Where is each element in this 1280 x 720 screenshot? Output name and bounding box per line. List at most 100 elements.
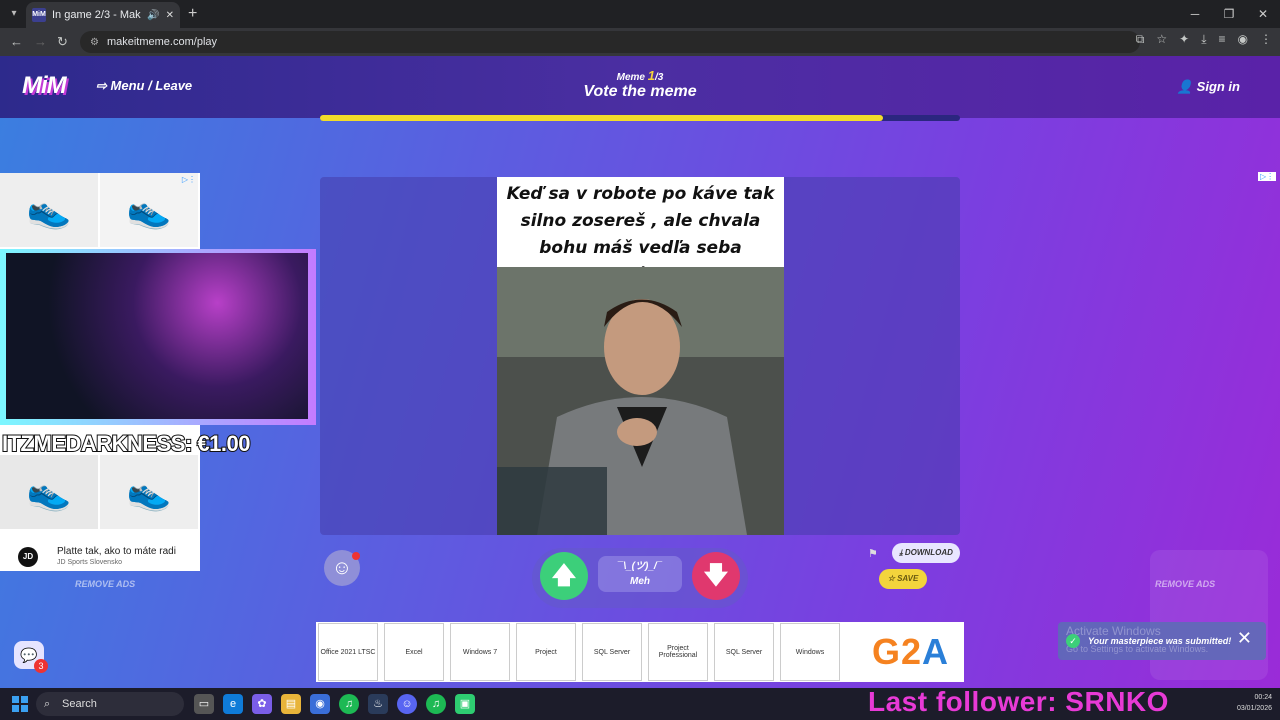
phase-title: Vote the meme	[583, 83, 697, 100]
ad-shoe-image: 👟	[0, 455, 98, 529]
notification-dot	[352, 552, 360, 560]
close-window-icon[interactable]: ✕	[1246, 0, 1280, 28]
right-adchoices-icon[interactable]: ▷⋮	[1258, 172, 1277, 181]
timer-progress-fill	[320, 115, 884, 121]
meme-total: /3	[655, 72, 664, 83]
browser-toolbar: ← → ↻ ⚙ makeitmeme.com/play ⧉ ☆ ✦ ⤓ ≡ ◉ …	[0, 28, 1280, 56]
menu-leave-label: Menu / Leave	[110, 78, 193, 93]
taskbar-apps: ▭ e ✿ ▤ ◉ ♫ ♨ ☺ ♫ ▣	[194, 694, 475, 714]
toast-message: Your masterpiece was submitted!	[1088, 636, 1232, 646]
ad-product-tile: SQL Server	[714, 623, 774, 681]
ad-product-tile: Office 2021 LTSC	[318, 623, 378, 681]
close-toast-icon[interactable]: ✕	[1237, 628, 1252, 649]
sign-in-button[interactable]: 👤 Sign in	[1177, 79, 1240, 95]
remove-ads-link-right[interactable]: REMOVE ADS	[1155, 579, 1215, 589]
discord-icon[interactable]: ☺	[397, 694, 417, 714]
donation-alert: ITZMEDARKNESS: €1.00	[1, 430, 251, 457]
meme-caption: Keď sa v robote po káve tak silno zosere…	[506, 184, 775, 312]
address-bar[interactable]: ⚙ makeitmeme.com/play	[80, 31, 1140, 53]
chrome-icon[interactable]: ◉	[310, 694, 330, 714]
install-icon[interactable]: ⧉	[1136, 32, 1145, 47]
edge-icon[interactable]: e	[223, 694, 243, 714]
tab-list-icon[interactable]: ▾	[6, 6, 22, 22]
meme-image: Keď sa v robote po káve tak silno zosere…	[497, 177, 784, 535]
web-page: MiM ⇨ Menu / Leave Meme 1/3 Vote the mem…	[0, 56, 1280, 688]
back-icon[interactable]: ←	[10, 33, 23, 51]
maximize-icon[interactable]: ❐	[1212, 0, 1246, 28]
downvote-button[interactable]: 🡇	[692, 552, 740, 600]
media-icon[interactable]: ≡	[1219, 32, 1226, 47]
save-button[interactable]: ☆ SAVE	[879, 569, 927, 589]
bottom-advertisement[interactable]: Office 2021 LTSC Excel Windows 7 Project SQL…	[316, 622, 964, 682]
extensions-icon[interactable]: ✦	[1179, 32, 1189, 47]
spotify-icon[interactable]: ♫	[339, 694, 359, 714]
upvote-button[interactable]: 🡅	[540, 552, 588, 600]
taskbar-search-label: Search	[62, 698, 97, 710]
ad-advertiser: JD Sports Slovensko	[57, 559, 122, 566]
ad-product-tile: Excel	[384, 623, 444, 681]
more-menu-icon[interactable]: ⋮	[1260, 32, 1272, 47]
download-button[interactable]: ⤓ DOWNLOAD	[892, 543, 960, 563]
ad-product-tile: Windows	[780, 623, 840, 681]
meh-label: Meh	[630, 576, 650, 587]
game-header: MiM ⇨ Menu / Leave Meme 1/3 Vote the mem…	[0, 56, 1280, 118]
remove-ads-link-left[interactable]: REMOVE ADS	[75, 579, 135, 589]
site-info-icon[interactable]: ⚙	[90, 37, 99, 48]
ad-product-tile: Windows 7	[450, 623, 510, 681]
timer-progress-bar	[320, 115, 960, 121]
minimize-icon[interactable]: ─	[1178, 0, 1212, 28]
report-flag-icon[interactable]: ⚑	[868, 547, 878, 560]
windows-start-icon[interactable]	[12, 696, 28, 712]
system-clock: 00:24 03/01/2026	[1237, 692, 1272, 714]
menu-leave-button[interactable]: ⇨ Menu / Leave	[96, 78, 192, 94]
reload-icon[interactable]: ↻	[57, 33, 68, 51]
emoji-reaction-button[interactable]: ☺	[324, 550, 360, 586]
url-text: makeitmeme.com/play	[106, 36, 218, 48]
new-tab-icon[interactable]: +	[188, 5, 197, 23]
meme-current: 1	[647, 68, 656, 83]
arrow-up-icon: 🡅	[551, 562, 577, 589]
chat-button[interactable]: 💬 3	[14, 641, 48, 673]
copilot-icon[interactable]: ✿	[252, 694, 272, 714]
meme-counter-label: Meme	[616, 72, 645, 83]
profile-icon[interactable]: ◉	[1238, 32, 1248, 47]
search-icon: ⌕	[44, 698, 51, 710]
bookmark-star-icon[interactable]: ☆	[1156, 32, 1167, 47]
tab-title: In game 2/3 - Make it Mem	[52, 9, 141, 21]
round-header: Meme 1/3 Vote the meme	[540, 68, 740, 101]
steam-icon[interactable]: ♨	[368, 694, 388, 714]
adchoices-icon[interactable]: ▷⋮	[182, 175, 196, 184]
spotify-icon[interactable]: ♫	[426, 694, 446, 714]
folder-icon[interactable]: ▤	[281, 694, 301, 714]
last-follower-overlay: Last follower: SRNKO	[868, 686, 1169, 717]
window-controls: ─ ❐ ✕	[1178, 0, 1280, 28]
arrow-down-icon: 🡇	[703, 562, 729, 589]
chat-badge: 3	[34, 659, 48, 673]
windows-taskbar: ⌕ Search ▭ e ✿ ▤ ◉ ♫ ♨ ☺ ♫ ▣ Last follow…	[0, 686, 1280, 720]
close-tab-icon[interactable]: ✕	[166, 10, 174, 21]
ad-headline: Platte tak, ako to máte radi	[57, 546, 176, 557]
shrug-face: ¯\_(ツ)_/¯	[617, 561, 663, 572]
meh-button[interactable]: ¯\_(ツ)_/¯ Meh	[598, 556, 682, 592]
meme-photo	[497, 267, 784, 535]
ad-brand-logo: JD	[18, 547, 38, 567]
file-manager-icon[interactable]: ▭	[194, 694, 214, 714]
ad-shoe-image: 👟	[0, 173, 98, 247]
browser-tab[interactable]: MiM In game 2/3 - Make it Mem 🔊 ✕	[26, 2, 180, 28]
forward-icon[interactable]: →	[34, 33, 47, 51]
right-ad-placeholder	[1150, 550, 1268, 680]
audio-icon[interactable]: 🔊	[147, 10, 159, 21]
logo[interactable]: MiM	[22, 72, 67, 100]
submission-toast: Activate Windows Go to Settings to activ…	[1058, 622, 1266, 660]
meme-counter: Meme 1/3	[540, 68, 740, 83]
favicon: MiM	[32, 8, 46, 22]
ad-product-tile: Project Professional	[648, 623, 708, 681]
taskbar-search[interactable]: ⌕ Search	[36, 692, 184, 716]
webcam-overlay	[0, 249, 316, 425]
meme-photo-art	[497, 267, 784, 535]
app-icon[interactable]: ▣	[455, 694, 475, 714]
ad-product-tile: Project	[516, 623, 576, 681]
check-icon: ✓	[1066, 634, 1080, 648]
downloads-icon[interactable]: ⤓	[1201, 32, 1206, 47]
meme-card: Keď sa v robote po káve tak silno zosere…	[320, 177, 960, 535]
